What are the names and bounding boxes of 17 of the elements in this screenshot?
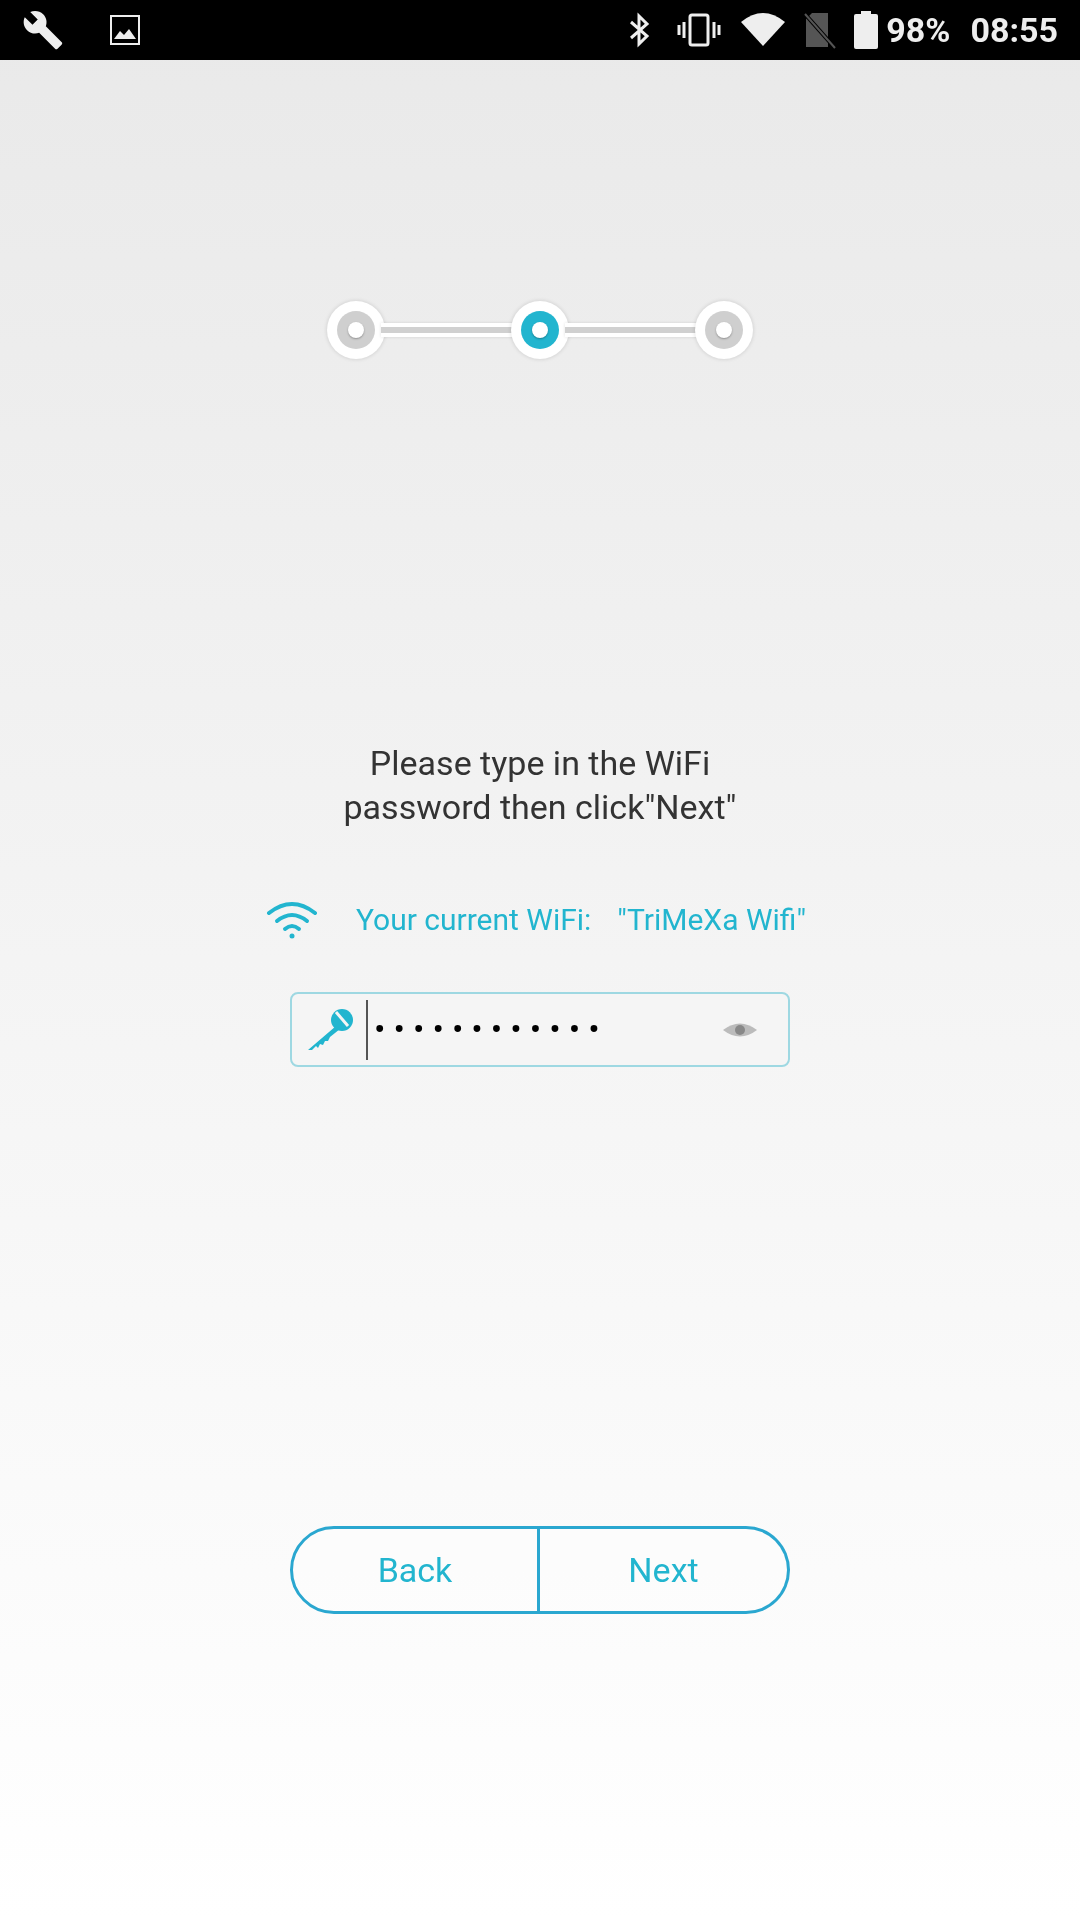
wrench-icon bbox=[22, 9, 64, 51]
wifi-network-name: "TriMeXa Wifi" bbox=[617, 901, 807, 939]
clock-time: 08:55 bbox=[970, 8, 1058, 52]
next-button[interactable]: Next bbox=[540, 1526, 790, 1614]
current-wifi-label: Your current WiFi: bbox=[355, 901, 592, 939]
battery-percentage: 98% bbox=[886, 8, 951, 52]
wifi-icon bbox=[265, 900, 318, 939]
password-value: •••••••••••• bbox=[374, 1008, 608, 1051]
no-sim-icon bbox=[804, 11, 837, 49]
instruction-text: Please type in the WiFi password then click"Next" bbox=[342, 742, 738, 829]
password-field[interactable]: •••••••••••• bbox=[290, 992, 790, 1067]
back-button[interactable]: Back bbox=[290, 1526, 540, 1614]
battery-icon bbox=[854, 11, 879, 49]
key-icon bbox=[306, 1007, 354, 1052]
wifi-signal-icon bbox=[740, 12, 787, 48]
vibrate-icon bbox=[676, 12, 723, 48]
image-icon bbox=[110, 15, 140, 45]
